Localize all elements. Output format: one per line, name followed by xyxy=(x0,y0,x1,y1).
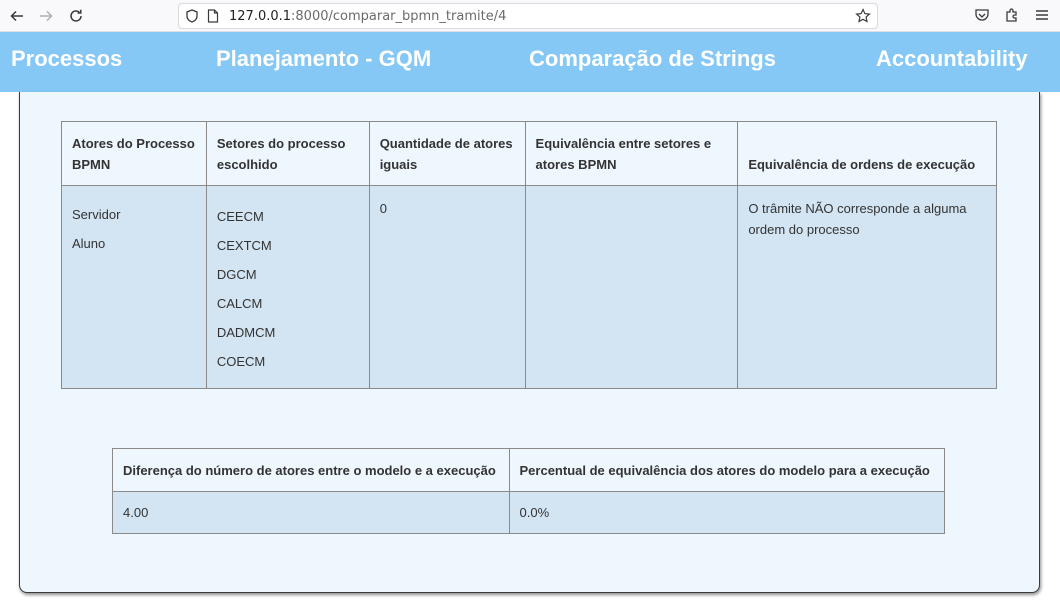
comparison-table: Atores do Processo BPMN Setores do proce… xyxy=(61,121,997,389)
menu-icon[interactable] xyxy=(1034,7,1050,23)
url-host: 127.0.0.1 xyxy=(229,9,292,24)
list-item: Servidor xyxy=(72,207,121,222)
list-item: CALCM xyxy=(216,296,263,311)
list-item: Aluno xyxy=(72,236,106,251)
content-card: Atores do Processo BPMN Setores do proce… xyxy=(19,92,1040,593)
summary-table: Diferença do número de atores entre o mo… xyxy=(112,448,945,534)
cell-actor-count-difference: 4.00 xyxy=(112,491,510,534)
list-item: CEXTCM xyxy=(216,238,272,253)
list-item: DGCM xyxy=(216,267,257,282)
browser-toolbar: 127.0.0.1:8000/comparar_bpmn_tramite/4 xyxy=(0,0,1060,32)
nav-comparacao-strings[interactable]: Comparação de Strings xyxy=(529,46,776,72)
extensions-icon[interactable] xyxy=(1004,7,1020,23)
bookmark-star-icon[interactable] xyxy=(855,8,871,24)
header-bpmn-actors: Atores do Processo BPMN xyxy=(61,121,207,186)
main-navbar: Processos Planejamento - GQM Comparação … xyxy=(0,32,1060,92)
header-actor-count-difference: Diferença do número de atores entre o mo… xyxy=(112,448,510,492)
nav-accountability[interactable]: Accountability xyxy=(876,46,1028,72)
cell-sector-actor-equivalence xyxy=(524,185,739,389)
list-item: COECM xyxy=(216,354,266,369)
url-text[interactable]: 127.0.0.1:8000/comparar_bpmn_tramite/4 xyxy=(229,9,506,24)
pocket-icon[interactable] xyxy=(974,7,990,23)
header-execution-order-equivalence: Equivalência de ordens de execução xyxy=(737,121,997,186)
tracking-shield-icon[interactable] xyxy=(185,9,199,23)
table-header-row: Atores do Processo BPMN Setores do proce… xyxy=(61,121,997,186)
table-header-row: Diferença do número de atores entre o mo… xyxy=(112,448,945,492)
header-equivalence-percentage: Percentual de equivalência dos atores do… xyxy=(508,448,945,492)
cell-bpmn-actors: Servidor Aluno xyxy=(61,185,207,389)
list-item: DADMCM xyxy=(216,325,276,340)
forward-arrow-icon[interactable] xyxy=(35,5,57,27)
header-sector-actor-equivalence: Equivalência entre setores e atores BPMN xyxy=(524,121,739,186)
nav-planejamento-gqm[interactable]: Planejamento - GQM xyxy=(216,46,431,72)
cell-equivalence-percentage: 0.0% xyxy=(508,491,945,534)
back-arrow-icon[interactable] xyxy=(6,5,28,27)
cell-execution-order-equivalence: O trâmite NÃO corresponde a alguma ordem… xyxy=(737,185,997,389)
reload-icon[interactable] xyxy=(65,5,87,27)
table-row: Servidor Aluno CEECM CEXTCM DGCM CALCM D… xyxy=(61,185,997,389)
header-process-sectors: Setores do processo escolhido xyxy=(205,121,370,186)
table-row: 4.00 0.0% xyxy=(112,491,945,534)
page-info-icon[interactable] xyxy=(207,9,219,23)
nav-processos[interactable]: Processos xyxy=(11,46,122,72)
header-equal-actors: Quantidade de atores iguais xyxy=(368,121,526,186)
cell-equal-actors-count: 0 xyxy=(368,185,526,389)
cell-sectors: CEECM CEXTCM DGCM CALCM DADMCM COECM xyxy=(205,185,370,389)
url-path: :8000/comparar_bpmn_tramite/4 xyxy=(291,9,507,24)
url-bar[interactable]: 127.0.0.1:8000/comparar_bpmn_tramite/4 xyxy=(178,3,878,29)
list-item: CEECM xyxy=(216,209,264,224)
